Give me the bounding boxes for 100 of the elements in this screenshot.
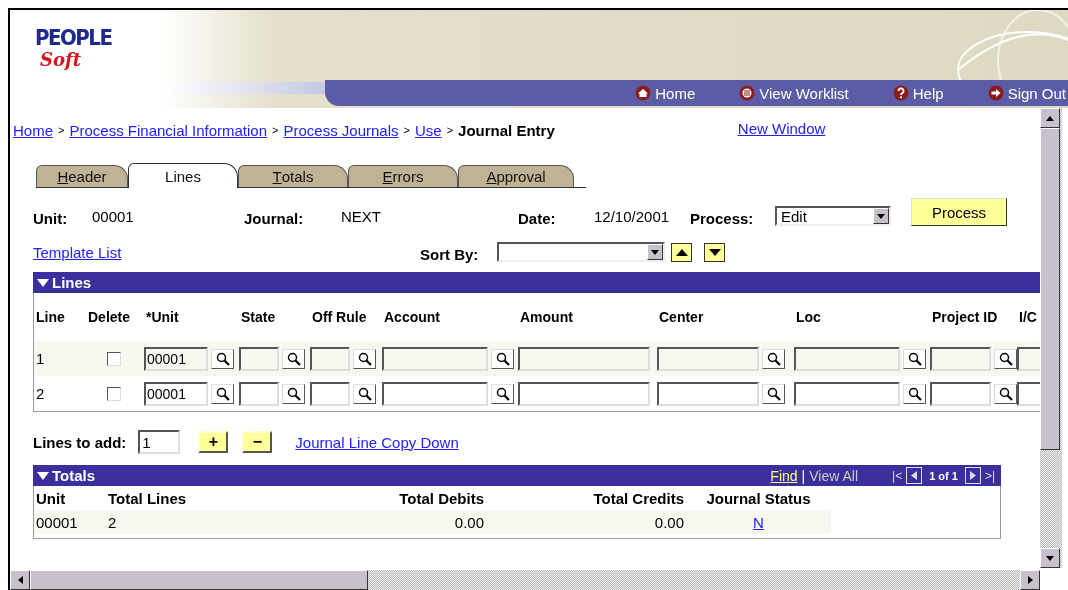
breadcrumb-link[interactable]: Process Journals [283,121,399,139]
input-field[interactable] [930,381,992,406]
input-field[interactable]: 1 [138,430,181,454]
triangle-right-icon [1027,576,1033,584]
scroll-down-button[interactable] [1040,548,1060,568]
column-header: Total Lines [107,489,188,507]
magnifier-icon [998,386,1013,401]
logo[interactable]: PEOPLE Soft [35,26,112,70]
lookup-button[interactable] [211,383,234,404]
tab[interactable]: Header [36,165,128,187]
triangle-down-icon [877,213,885,219]
scroll-thumb[interactable] [1040,128,1060,450]
status-link[interactable]: N [753,513,764,531]
table-cell-text: 0.00 [453,513,485,531]
section-title: Lines [52,274,92,291]
lookup-button[interactable] [994,348,1017,369]
view-all-text: View All [809,467,858,484]
column-header: Loc [796,309,821,325]
breadcrumb-link[interactable]: Home [13,121,53,139]
collapse-icon[interactable] [37,470,49,481]
input-field[interactable]: 00001 [144,346,208,371]
lookup-button[interactable] [491,348,514,369]
column-header: *Unit [146,309,179,325]
lookup-button[interactable] [994,383,1017,404]
breadcrumb-link[interactable]: Process Financial Information [69,121,268,139]
vertical-scrollbar[interactable] [1040,108,1062,568]
delete-checkbox[interactable] [107,351,121,366]
magnifier-icon [286,386,301,401]
triangle-up-icon [1046,115,1054,121]
previous-button[interactable] [906,467,923,484]
input-field[interactable] [239,381,279,406]
input-field[interactable] [657,381,759,406]
next-button[interactable] [964,467,981,484]
input-field[interactable] [382,346,488,371]
lookup-button[interactable] [903,383,926,404]
collapse-icon[interactable] [37,277,49,288]
breadcrumb-current: Journal Entry [458,121,555,139]
line-number: 2 [35,385,45,402]
template-list-link[interactable]: Template List [33,243,420,261]
scroll-up-button[interactable] [1040,108,1060,128]
triangle-down-icon [1046,555,1054,561]
input-field[interactable] [239,346,279,371]
horizontal-scrollbar[interactable] [10,570,1040,590]
add-button[interactable]: + [198,431,229,453]
lookup-button[interactable] [491,383,514,404]
lookup-button[interactable] [211,348,234,369]
remove-button[interactable]: − [242,431,273,453]
input-field[interactable] [310,346,350,371]
copy-down-link[interactable]: Journal Line Copy Down [295,433,459,451]
move-down-button[interactable] [704,242,725,262]
lookup-button[interactable] [282,348,305,369]
column-header: Amount [520,309,573,325]
scroll-right-button[interactable] [1020,570,1040,590]
triangle-right-icon [969,471,976,480]
input-field[interactable] [930,346,992,371]
lookup-button[interactable] [353,348,376,369]
scroll-left-button[interactable] [10,570,30,590]
lookup-button[interactable] [282,383,305,404]
field-label: Sort By: [420,245,480,263]
input-field[interactable]: 00001 [144,381,208,406]
input-field[interactable] [794,346,900,371]
input-field[interactable] [794,381,900,406]
nav-link[interactable]: Home [635,84,696,102]
input-field[interactable] [657,346,759,371]
input-field[interactable] [518,381,650,406]
find-link[interactable]: Find [770,467,798,484]
input-field[interactable] [518,346,650,371]
new-window-link[interactable]: New Window [737,119,826,137]
tab[interactable]: Errors [348,165,458,187]
input-field[interactable] [382,381,488,406]
sort-dropdown[interactable] [497,242,665,262]
lookup-button[interactable] [903,348,926,369]
move-up-button[interactable] [671,242,692,262]
last-page-text: >| [984,468,995,483]
input-field[interactable] [310,381,350,406]
triangle-left-icon [17,576,23,584]
lookup-button[interactable] [762,383,785,404]
nav-link[interactable]: Help [892,84,944,102]
column-header: Line [36,309,65,325]
tab[interactable]: Totals [238,165,348,187]
delete-checkbox[interactable] [107,386,121,401]
tab[interactable]: Approval [458,165,574,187]
column-header: Total Credits [592,489,685,507]
tab[interactable]: Lines [128,163,238,188]
page-range: 1 of 1 [929,469,958,482]
scroll-thumb[interactable] [30,570,368,590]
triangle-up-icon [675,248,688,256]
magnifier-icon [215,351,230,366]
nav-link[interactable]: View Worklist [739,84,849,102]
table-cell-text: 2 [107,513,118,531]
process-dropdown[interactable]: Edit [775,206,891,226]
magnifier-icon [286,351,301,366]
field-label: Date: [518,209,557,227]
breadcrumb-link[interactable]: Use [415,121,442,139]
lookup-button[interactable] [353,383,376,404]
magnifier-icon [357,386,372,401]
process-button[interactable]: Process [911,198,1007,226]
lookup-button[interactable] [762,348,785,369]
nav-link[interactable]: Sign Out [987,84,1066,102]
magnifier-icon [495,386,510,401]
